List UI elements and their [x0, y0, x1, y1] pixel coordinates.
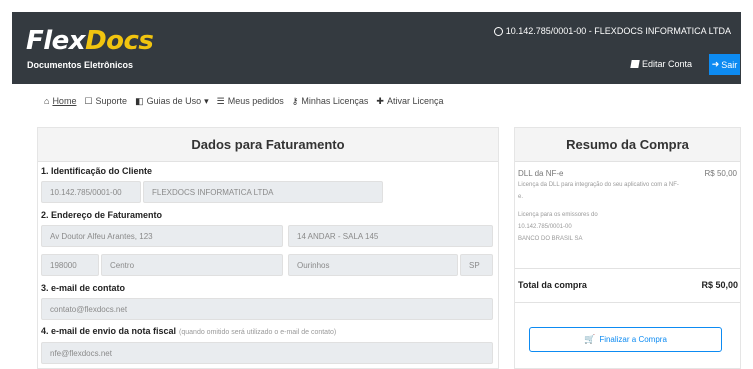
main-nav: ⌂ Home ☐ Suporte ◧ Guias de Uso ▾ ☰ Meus…: [44, 92, 443, 110]
guides-icon: ◧: [135, 95, 144, 106]
support-icon: ☐: [84, 95, 93, 106]
summary-title: Resumo da Compra: [515, 128, 740, 162]
logo-subtitle: Documentos Eletrônicos: [27, 60, 134, 70]
app-header: FlexDocs Documentos Eletrônicos 10.142.7…: [12, 12, 741, 84]
street-field[interactable]: Av Doutor Alfeu Arantes, 123: [41, 225, 283, 247]
item-price: R$ 50,00: [704, 169, 737, 178]
company-name: 10.142.785/0001-00 - FLEXDOCS INFORMATIC…: [505, 26, 731, 36]
home-icon: ⌂: [44, 96, 50, 106]
orders-icon: ☰: [216, 95, 225, 106]
divider: [515, 302, 740, 303]
section-billing-address: 2. Endereço de Faturamento: [41, 210, 163, 220]
total-label: Total da compra: [518, 280, 587, 290]
contact-email-field[interactable]: contato@flexdocs.net: [41, 298, 493, 320]
nav-item-orders[interactable]: ☰ Meus pedidos: [217, 96, 284, 107]
pencil-icon: [630, 60, 640, 68]
cart-icon: 🛒: [584, 334, 596, 344]
globe-icon: [493, 26, 503, 36]
divider: [515, 268, 740, 269]
state-field[interactable]: SP: [460, 254, 493, 276]
company-info: 10.142.785/0001-00 - FLEXDOCS INFORMATIC…: [493, 26, 731, 36]
nav-item-support[interactable]: ☐ Suporte: [84, 96, 127, 107]
invoice-email-field[interactable]: nfe@flexdocs.net: [41, 342, 493, 364]
item-description-line: 10.142.785/0001-00: [518, 224, 572, 230]
total-row: Total da compra R$ 50,00: [518, 280, 738, 290]
invoice-email-hint: (quando omitido será utilizado o e-mail …: [179, 329, 337, 336]
nav-item-activate[interactable]: ✚ Ativar Licença: [376, 96, 443, 107]
cnpj-field[interactable]: 10.142.785/0001-00: [41, 181, 141, 203]
summary-line-item: DLL da NF-e R$ 50,00: [518, 169, 737, 178]
section-invoice-email: 4. e-mail de envio da nota fiscal (quando…: [41, 326, 337, 336]
caret-down-icon: ▾: [204, 95, 209, 106]
total-value: R$ 50,00: [701, 280, 738, 290]
section-contact-email: 3. e-mail de contato: [41, 283, 126, 293]
nav-item-guides[interactable]: ◧ Guias de Uso ▾: [135, 96, 209, 107]
city-field[interactable]: Ourinhos: [288, 254, 458, 276]
item-description-line: Licença para os emissores do: [518, 212, 598, 218]
plus-icon: ✚: [376, 95, 384, 106]
item-description-line: e.: [518, 194, 524, 200]
company-name-field[interactable]: FLEXDOCS INFORMATICA LTDA: [143, 181, 383, 203]
key-icon: ⚷: [291, 95, 299, 106]
summary-card: Resumo da Compra DLL da NF-e R$ 50,00 Li…: [514, 127, 741, 369]
nav-item-home[interactable]: ⌂ Home: [44, 96, 76, 106]
billing-card: Dados para Faturamento 1. Identificação …: [37, 127, 499, 369]
logout-button[interactable]: ➜ Sair: [709, 54, 740, 75]
item-description-line: Licença da DLL para integração do seu ap…: [518, 182, 679, 188]
section-client-id: 1. Identificação do Cliente: [41, 166, 153, 176]
billing-title: Dados para Faturamento: [38, 128, 498, 162]
district-field[interactable]: Centro: [101, 254, 283, 276]
finish-purchase-button[interactable]: 🛒 Finalizar a Compra: [529, 327, 722, 352]
item-name: DLL da NF-e: [518, 169, 564, 178]
complement-field[interactable]: 14 ANDAR - SALA 145: [288, 225, 493, 247]
edit-account-button[interactable]: Editar Conta: [625, 54, 698, 74]
logo[interactable]: FlexDocs: [26, 26, 154, 56]
logout-icon: ➜: [711, 59, 720, 69]
nav-item-licenses[interactable]: ⚷ Minhas Licenças: [292, 96, 369, 107]
item-description-line: BANCO DO BRASIL SA: [518, 236, 583, 242]
cep-field[interactable]: 198000: [41, 254, 99, 276]
